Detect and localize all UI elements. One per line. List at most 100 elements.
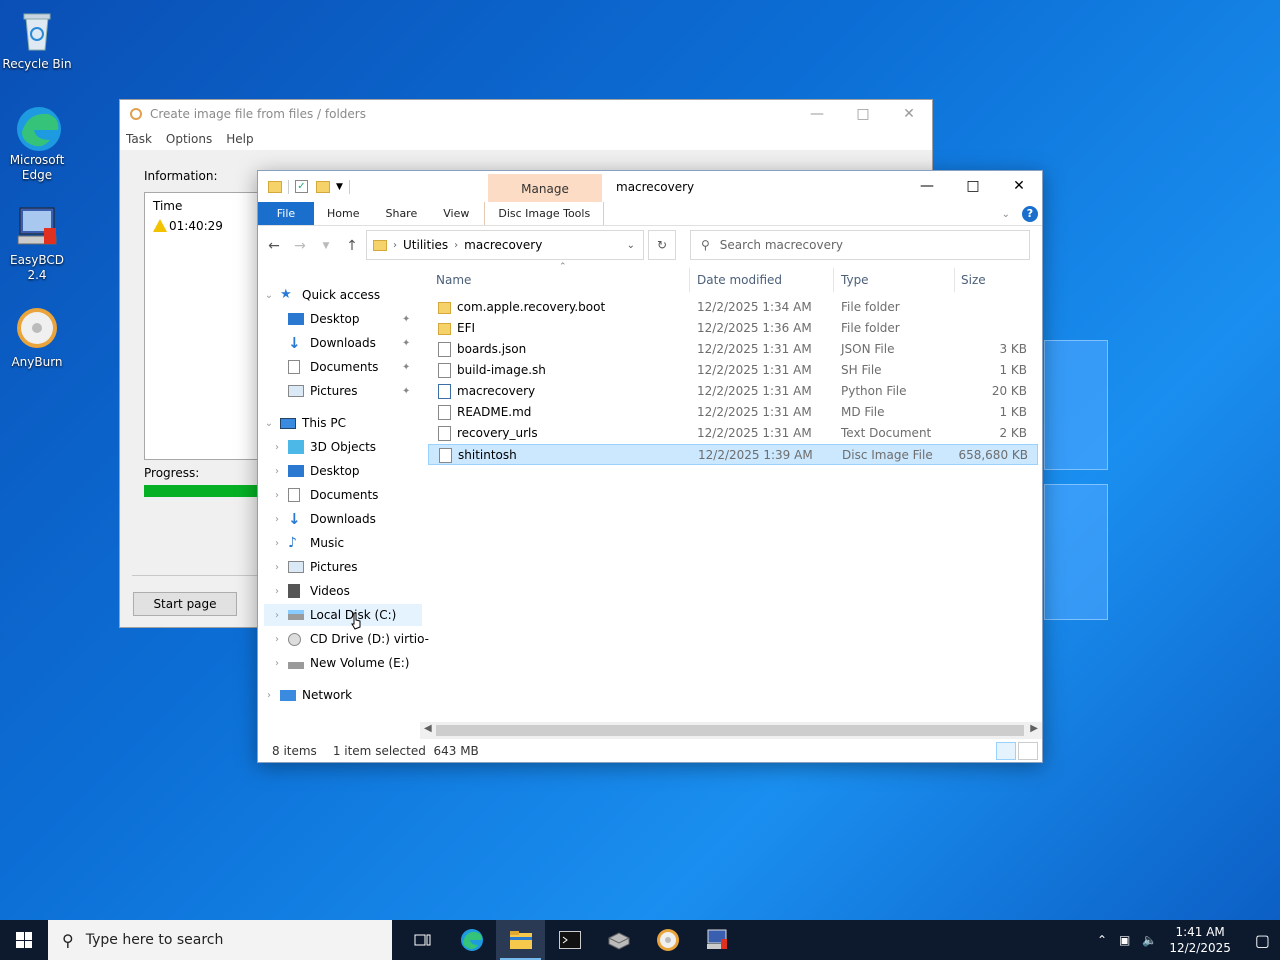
nav-new-volume-e[interactable]: › New Volume (E:) [272, 652, 409, 674]
file-row[interactable]: com.apple.recovery.boot 12/2/2025 1:34 AM… [428, 297, 1038, 318]
pin-icon[interactable]: ✦ [402, 314, 410, 325]
nav-3d-objects[interactable]: › 3D Objects [272, 436, 376, 458]
address-bar[interactable]: › Utilities › macrecovery ⌄ [366, 230, 644, 260]
pin-icon[interactable]: ✦ [402, 386, 410, 397]
tab-view[interactable]: View [430, 202, 482, 225]
search-input[interactable]: ⚲ Search macrecovery [690, 230, 1030, 260]
chevron-right-icon[interactable]: › [272, 610, 282, 621]
start-page-button[interactable]: Start page [133, 592, 237, 616]
chevron-right-icon[interactable]: › [272, 658, 282, 669]
desktop-icon-edge[interactable]: Microsoft Edge [0, 104, 74, 183]
start-button[interactable] [0, 920, 48, 960]
chevron-right-icon[interactable]: › [272, 514, 282, 525]
terminal-icon[interactable] [545, 920, 594, 960]
chevron-right-icon[interactable]: › [272, 442, 282, 453]
desktop-icon-anyburn[interactable]: AnyBurn [0, 306, 74, 370]
file-row[interactable]: EFI 12/2/2025 1:36 AM File folder [428, 318, 1038, 339]
column-name[interactable]: Name [436, 273, 471, 287]
expand-ribbon-icon[interactable]: ⌄ [1002, 209, 1010, 220]
chevron-right-icon[interactable]: › [272, 490, 282, 501]
scroll-left-icon[interactable]: ◀ [424, 723, 432, 734]
chevron-right-icon[interactable]: › [272, 466, 282, 477]
taskbar-search-input[interactable]: ⚲ Type here to search [48, 920, 392, 960]
explorer-titlebar[interactable]: ✓ ▼ Manage macrecovery — □ ✕ [258, 171, 1042, 202]
chevron-right-icon[interactable]: › [272, 538, 282, 549]
chevron-down-icon[interactable]: ⌄ [627, 240, 635, 251]
chevron-down-icon[interactable]: ▼ [336, 182, 343, 192]
column-size[interactable]: Size [961, 273, 986, 287]
chevron-down-icon[interactable]: ⌄ [264, 290, 274, 301]
nav-documents[interactable]: › Documents [272, 484, 378, 506]
desktop-icon-easybcd[interactable]: EasyBCD 2.4 [0, 204, 74, 283]
tab-share[interactable]: Share [372, 202, 430, 225]
menu-options[interactable]: Options [166, 132, 212, 146]
close-button[interactable]: ✕ [996, 171, 1042, 201]
task-view-icon[interactable] [398, 920, 447, 960]
nav-quick-access[interactable]: ⌄ ★ Quick access [264, 284, 380, 306]
up-icon[interactable]: ↑ [344, 238, 360, 254]
nav-pictures[interactable]: › Pictures [272, 556, 358, 578]
nav-videos[interactable]: › Videos [272, 580, 350, 602]
notifications-icon[interactable]: ▢ [1255, 931, 1270, 950]
scroll-right-icon[interactable]: ▶ [1030, 723, 1038, 734]
horizontal-scrollbar[interactable]: ◀ ▶ [420, 722, 1042, 739]
file-row[interactable]: boards.json 12/2/2025 1:31 AM JSON File 3 K… [428, 339, 1038, 360]
chevron-up-icon[interactable]: ⌃ [1097, 933, 1107, 947]
edge-icon[interactable] [447, 920, 496, 960]
manage-tab[interactable]: Manage [488, 174, 602, 202]
desktop-icon-recycle-bin[interactable]: Recycle Bin [0, 8, 74, 72]
breadcrumb-item[interactable]: macrecovery [464, 238, 542, 252]
volume-muted-icon[interactable]: 🔈 [1142, 933, 1157, 947]
minimize-button[interactable]: — [794, 106, 840, 122]
new-folder-icon[interactable] [316, 180, 330, 193]
nav-desktop[interactable]: › Desktop [272, 460, 360, 482]
recent-locations-icon[interactable]: ▼ [318, 241, 334, 251]
help-icon[interactable]: ? [1022, 206, 1038, 222]
chevron-right-icon[interactable]: › [272, 634, 282, 645]
forward-icon[interactable]: → [292, 238, 308, 254]
minimize-button[interactable]: — [904, 171, 950, 201]
pin-icon[interactable]: ✦ [402, 338, 410, 349]
pin-icon[interactable]: ✦ [402, 362, 410, 373]
nav-downloads[interactable]: › ↓ Downloads [272, 508, 376, 530]
large-icons-view-icon[interactable] [1018, 742, 1038, 760]
anyburn-icon[interactable] [643, 920, 692, 960]
scrollbar-thumb[interactable] [436, 725, 1024, 736]
nav-cd-drive-d[interactable]: › CD Drive (D:) virtio- [272, 628, 429, 650]
nav-network[interactable]: › Network [264, 684, 352, 706]
anyburn-titlebar[interactable]: Create image file from files / folders —… [120, 100, 932, 128]
nav-qa-documents[interactable]: Documents ✦ [288, 356, 410, 378]
chevron-right-icon[interactable]: › [264, 690, 274, 701]
file-row[interactable]: macrecovery 12/2/2025 1:31 AM Python File 2… [428, 381, 1038, 402]
chevron-right-icon[interactable]: › [272, 562, 282, 573]
menu-help[interactable]: Help [226, 132, 253, 146]
clock[interactable]: 1:41 AM 12/2/2025 [1169, 924, 1231, 956]
nav-local-disk-c[interactable]: › Local Disk (C:) [264, 604, 422, 626]
chevron-down-icon[interactable]: ⌄ [264, 418, 274, 429]
refresh-button[interactable]: ↻ [648, 230, 676, 260]
close-button[interactable]: ✕ [886, 106, 932, 122]
file-row[interactable]: README.md 12/2/2025 1:31 AM MD File 1 KB [428, 402, 1038, 423]
breadcrumb-item[interactable]: Utilities [403, 238, 448, 252]
file-row[interactable]: build-image.sh 12/2/2025 1:31 AM SH File 1 … [428, 360, 1038, 381]
properties-icon[interactable]: ✓ [295, 180, 308, 193]
column-type[interactable]: Type [841, 273, 869, 287]
nav-qa-desktop[interactable]: Desktop ✦ [288, 308, 410, 330]
column-date-modified[interactable]: Date modified [697, 273, 782, 287]
tab-file[interactable]: File [258, 202, 314, 225]
nav-music[interactable]: › ♪ Music [272, 532, 344, 554]
file-explorer-icon[interactable] [496, 920, 545, 960]
package-icon[interactable] [594, 920, 643, 960]
nav-this-pc[interactable]: ⌄ This PC [264, 412, 346, 434]
menu-task[interactable]: Task [126, 132, 152, 146]
details-view-icon[interactable] [996, 742, 1016, 760]
maximize-button[interactable]: □ [950, 171, 996, 201]
tab-home[interactable]: Home [314, 202, 372, 225]
maximize-button[interactable]: □ [840, 106, 886, 122]
network-icon[interactable]: ▣ [1119, 933, 1130, 947]
chevron-right-icon[interactable]: › [272, 586, 282, 597]
easybcd-icon[interactable] [692, 920, 741, 960]
back-icon[interactable]: ← [266, 238, 282, 254]
file-row[interactable]: shitintosh 12/2/2025 1:39 AM Disc Image Fi… [428, 444, 1038, 465]
file-row[interactable]: recovery_urls 12/2/2025 1:31 AM Text Docum… [428, 423, 1038, 444]
